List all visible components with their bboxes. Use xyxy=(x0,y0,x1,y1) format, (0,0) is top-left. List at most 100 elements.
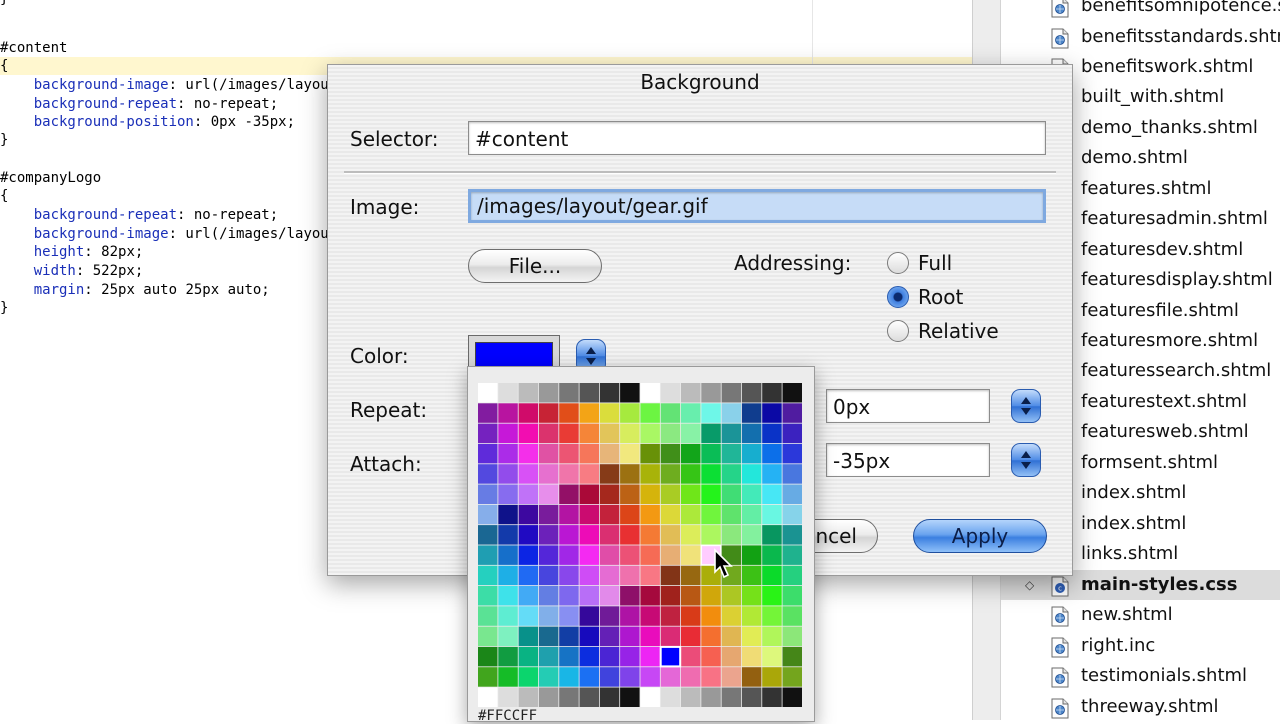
color-swatch-cell[interactable] xyxy=(538,403,559,423)
color-swatch-cell[interactable] xyxy=(559,464,579,484)
color-swatch-cell[interactable] xyxy=(579,443,600,464)
color-swatch-cell[interactable] xyxy=(681,423,701,444)
color-swatch-cell[interactable] xyxy=(478,504,498,525)
color-swatch-cell[interactable] xyxy=(660,464,681,484)
color-swatch-cell[interactable] xyxy=(518,606,539,626)
color-swatch-cell[interactable] xyxy=(660,565,681,586)
color-swatch-cell[interactable] xyxy=(478,626,498,647)
color-swatch-cell[interactable] xyxy=(640,484,660,505)
color-swatch-cell[interactable] xyxy=(538,687,559,708)
color-swatch-cell[interactable] xyxy=(660,545,681,565)
color-swatch-cell[interactable] xyxy=(741,504,762,525)
color-swatch-cell[interactable] xyxy=(681,383,701,403)
color-swatch-cell[interactable] xyxy=(579,586,600,606)
file-list-item[interactable]: testimonials.shtml xyxy=(1001,661,1280,691)
color-swatch-cell[interactable] xyxy=(538,646,559,667)
color-swatch-cell[interactable] xyxy=(741,586,762,606)
file-button[interactable]: File... xyxy=(468,249,602,283)
color-swatch-cell[interactable] xyxy=(701,646,721,667)
color-swatch-cell[interactable] xyxy=(620,484,640,505)
color-swatch-cell[interactable] xyxy=(681,606,701,626)
color-swatch-cell[interactable] xyxy=(620,586,640,606)
color-swatch-cell[interactable] xyxy=(579,687,600,708)
color-swatch-cell[interactable] xyxy=(498,545,518,565)
addressing-radio-label[interactable]: Full xyxy=(918,251,952,275)
color-swatch-cell[interactable] xyxy=(741,484,762,505)
color-swatch-cell[interactable] xyxy=(620,646,640,667)
color-swatch-cell[interactable] xyxy=(620,525,640,545)
color-swatch-cell[interactable] xyxy=(640,443,660,464)
color-swatch-cell[interactable] xyxy=(478,383,498,403)
color-swatch-cell[interactable] xyxy=(681,403,701,423)
color-swatch-cell[interactable] xyxy=(498,504,518,525)
color-swatch-cell[interactable] xyxy=(782,667,803,687)
color-swatch-cell[interactable] xyxy=(782,383,803,403)
color-swatch-cell[interactable] xyxy=(478,667,498,687)
color-swatch-cell[interactable] xyxy=(741,423,762,444)
color-swatch-cell[interactable] xyxy=(660,586,681,606)
color-swatch-cell[interactable] xyxy=(620,626,640,647)
color-swatch-cell[interactable] xyxy=(782,687,803,708)
color-swatch-cell[interactable] xyxy=(559,525,579,545)
selected-swatch[interactable] xyxy=(659,645,682,668)
color-swatch-cell[interactable] xyxy=(559,383,579,403)
addressing-radio-label[interactable]: Root xyxy=(918,285,963,309)
color-swatch-cell[interactable] xyxy=(681,667,701,687)
color-swatch-cell[interactable] xyxy=(741,667,762,687)
color-swatch-cell[interactable] xyxy=(620,687,640,708)
color-swatch-cell[interactable] xyxy=(599,667,620,687)
color-swatch-cell[interactable] xyxy=(478,403,498,423)
color-swatch-cell[interactable] xyxy=(498,464,518,484)
color-swatch-cell[interactable] xyxy=(701,423,721,444)
color-swatch-cell[interactable] xyxy=(579,565,600,586)
color-swatch-cell[interactable] xyxy=(599,484,620,505)
color-swatch-cell[interactable] xyxy=(498,423,518,444)
color-swatch-cell[interactable] xyxy=(721,606,742,626)
code-line[interactable]: #companyLogo xyxy=(0,169,101,187)
color-swatch-cell[interactable] xyxy=(538,443,559,464)
color-swatch-cell[interactable] xyxy=(518,464,539,484)
color-swatch-cell[interactable] xyxy=(498,484,518,505)
color-swatch-cell[interactable] xyxy=(681,504,701,525)
color-swatch-cell[interactable] xyxy=(701,504,721,525)
color-swatch-cell[interactable] xyxy=(660,687,681,708)
code-line[interactable]: background-repeat: no-repeat; xyxy=(0,206,278,224)
color-swatch-cell[interactable] xyxy=(640,586,660,606)
x-position-field[interactable]: 0px xyxy=(826,389,990,423)
file-list-item[interactable]: benefitsstandards.shtml xyxy=(1001,22,1280,52)
color-swatch-cell[interactable] xyxy=(640,646,660,667)
color-swatch-cell[interactable] xyxy=(498,626,518,647)
color-swatch-cell[interactable] xyxy=(721,586,742,606)
color-swatch-cell[interactable] xyxy=(681,646,701,667)
color-swatch-cell[interactable] xyxy=(721,504,742,525)
color-swatch-cell[interactable] xyxy=(701,383,721,403)
code-line[interactable]: background-repeat: no-repeat; xyxy=(0,95,278,113)
color-swatch-cell[interactable] xyxy=(701,464,721,484)
color-swatch-cell[interactable] xyxy=(518,687,539,708)
color-swatch-cell[interactable] xyxy=(762,565,782,586)
color-swatch-cell[interactable] xyxy=(681,464,701,484)
color-swatch-cell[interactable] xyxy=(762,383,782,403)
file-list-item[interactable]: new.shtml xyxy=(1001,600,1280,630)
color-swatch-cell[interactable] xyxy=(660,383,681,403)
color-swatch-cell[interactable] xyxy=(518,586,539,606)
color-swatch-cell[interactable] xyxy=(538,423,559,444)
color-swatch-cell[interactable] xyxy=(518,545,539,565)
color-swatch-cell[interactable] xyxy=(640,464,660,484)
color-swatch-cell[interactable] xyxy=(518,403,539,423)
color-swatch-cell[interactable] xyxy=(599,565,620,586)
color-swatch-cell[interactable] xyxy=(782,626,803,647)
color-swatch-cell[interactable] xyxy=(741,606,762,626)
color-swatch-cell[interactable] xyxy=(579,667,600,687)
code-line[interactable]: margin: 25px auto 25px auto; xyxy=(0,281,270,299)
color-swatch-cell[interactable] xyxy=(640,565,660,586)
color-swatch-cell[interactable] xyxy=(681,586,701,606)
color-swatch-cell[interactable] xyxy=(478,606,498,626)
image-field[interactable]: /images/layout/gear.gif xyxy=(468,189,1046,223)
color-swatch-cell[interactable] xyxy=(660,443,681,464)
color-swatch-cell[interactable] xyxy=(599,504,620,525)
color-swatch-cell[interactable] xyxy=(701,443,721,464)
color-swatch-cell[interactable] xyxy=(701,403,721,423)
color-swatch-cell[interactable] xyxy=(620,667,640,687)
color-swatch-cell[interactable] xyxy=(579,464,600,484)
